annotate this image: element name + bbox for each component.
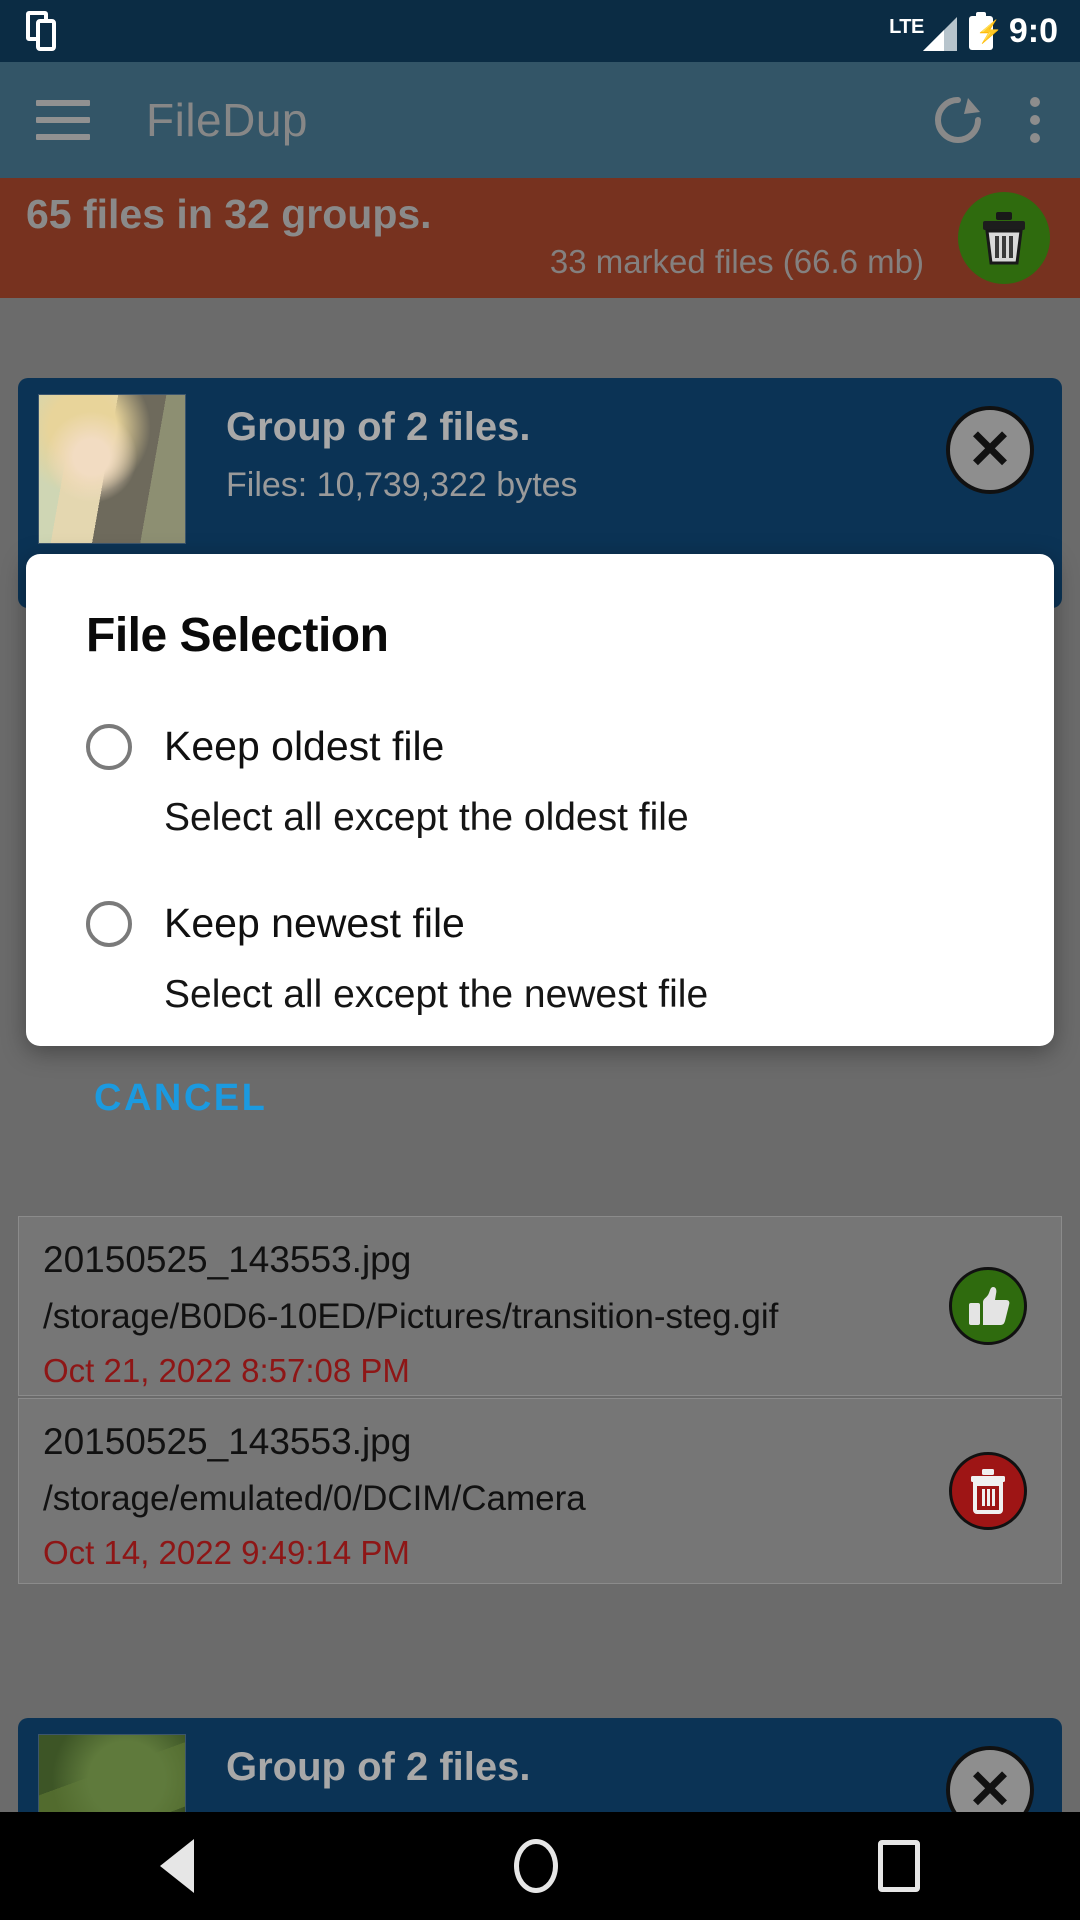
close-x-icon: ✕ bbox=[967, 420, 1013, 480]
trash-icon bbox=[971, 1469, 1005, 1514]
cancel-button[interactable]: CANCEL bbox=[86, 1071, 275, 1126]
radio-button-icon[interactable] bbox=[86, 900, 132, 947]
file-date: Oct 14, 2022 9:49:14 PM bbox=[43, 1534, 410, 1571]
back-triangle-icon[interactable] bbox=[160, 1839, 194, 1893]
group-card-text: Group of 2 files. bbox=[226, 1734, 530, 1794]
radio-option-label: Keep oldest file bbox=[164, 723, 445, 769]
status-bar-clock: 9:0 bbox=[1008, 11, 1058, 50]
battery-charging-icon: ⚡ bbox=[968, 12, 1003, 50]
delete-marked-button[interactable] bbox=[958, 192, 1050, 284]
lte-label: LTE bbox=[889, 16, 924, 38]
file-list-item[interactable]: 20150525_143553.jpg /storage/B0D6-10ED/P… bbox=[18, 1216, 1062, 1396]
multi-window-icon bbox=[26, 11, 60, 51]
file-path: /storage/emulated/0/DCIM/Camera bbox=[43, 1479, 586, 1518]
group-card-content: Group of 2 files. Files: 10,739,322 byte… bbox=[38, 394, 1042, 544]
thumbs-up-icon bbox=[969, 1287, 1010, 1325]
dialog-title: File Selection bbox=[86, 609, 389, 662]
trash-icon bbox=[983, 212, 1025, 265]
app-title: FileDup bbox=[146, 94, 309, 146]
radio-option-keep-oldest[interactable]: Keep oldest file bbox=[86, 723, 994, 770]
delete-file-button[interactable] bbox=[949, 1452, 1027, 1530]
file-selection-dialog: File Selection Keep oldest file Select a… bbox=[26, 554, 1054, 1119]
status-bar: LTE ⚡ 9:0 bbox=[0, 0, 1080, 62]
app-screen: LTE ⚡ 9:0 FileDup 65 files in 32 groups.… bbox=[0, 0, 1080, 1920]
network-type-indicator: LTE bbox=[889, 11, 957, 51]
signal-bars-icon bbox=[921, 15, 957, 51]
recents-square-icon[interactable] bbox=[878, 1840, 920, 1892]
group-title: Group of 2 files. bbox=[226, 405, 531, 449]
app-bar-actions bbox=[932, 94, 1050, 146]
keep-file-button[interactable] bbox=[949, 1267, 1027, 1345]
group-thumbnail bbox=[38, 394, 186, 544]
hamburger-menu-icon[interactable] bbox=[36, 100, 90, 140]
radio-option-keep-newest[interactable]: Keep newest file bbox=[86, 900, 994, 947]
group-title: Group of 2 files. bbox=[226, 1745, 531, 1789]
refresh-icon[interactable] bbox=[932, 94, 984, 146]
file-date: Oct 21, 2022 8:57:08 PM bbox=[43, 1352, 410, 1389]
file-name: 20150525_143553.jpg bbox=[43, 1421, 412, 1462]
overflow-menu-icon[interactable] bbox=[1028, 97, 1050, 143]
file-name: 20150525_143553.jpg bbox=[43, 1239, 412, 1280]
status-bar-left bbox=[26, 11, 60, 51]
system-navigation-bar bbox=[0, 1812, 1080, 1920]
radio-option-label: Keep newest file bbox=[164, 900, 465, 946]
app-bar: FileDup bbox=[0, 62, 1080, 178]
file-path: /storage/B0D6-10ED/Pictures/transition-s… bbox=[43, 1297, 779, 1336]
group-card-text: Group of 2 files. Files: 10,739,322 byte… bbox=[226, 394, 578, 516]
home-circle-icon[interactable] bbox=[514, 1839, 558, 1893]
dialog-actions: CANCEL bbox=[86, 1071, 994, 1126]
group-close-button[interactable]: ✕ bbox=[946, 406, 1034, 494]
files-count-label: 65 files in 32 groups. bbox=[26, 191, 432, 237]
radio-button-icon[interactable] bbox=[86, 723, 132, 770]
group-size-label: Files: 10,739,322 bytes bbox=[226, 466, 578, 504]
status-bar-right: LTE ⚡ 9:0 bbox=[889, 11, 1058, 51]
file-list-item[interactable]: 20150525_143553.jpg /storage/emulated/0/… bbox=[18, 1398, 1062, 1584]
radio-option-description: Select all except the newest file bbox=[164, 973, 709, 1016]
summary-banner: 65 files in 32 groups. 33 marked files (… bbox=[0, 178, 1080, 298]
marked-files-label: 33 marked files (66.6 mb) bbox=[549, 243, 924, 280]
radio-option-description: Select all except the oldest file bbox=[164, 796, 689, 839]
close-x-icon: ✕ bbox=[967, 1760, 1013, 1820]
